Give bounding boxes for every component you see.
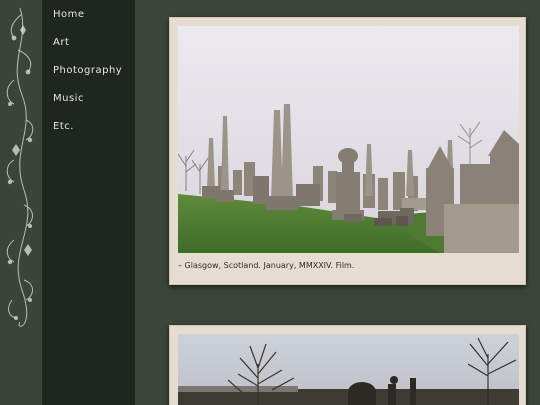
- vine-icon: [6, 7, 34, 327]
- landscape-photo[interactable]: [178, 334, 519, 405]
- nav-item-home[interactable]: Home: [53, 9, 85, 20]
- main-content: – Glasgow, Scotland. January, MMXXIV. Fi…: [135, 0, 540, 405]
- photo-card: – Glasgow, Scotland. January, MMXXIV. Fi…: [169, 17, 526, 285]
- nav-item-art[interactable]: Art: [53, 37, 69, 48]
- photo-card: [169, 325, 526, 405]
- nav-item-music[interactable]: Music: [53, 93, 84, 104]
- sidebar-nav: Home Art Photography Music Etc.: [42, 0, 135, 405]
- nav-item-photography[interactable]: Photography: [53, 65, 122, 76]
- vine-decoration: [0, 0, 42, 405]
- cemetery-photo[interactable]: [178, 26, 519, 253]
- nav-item-etc[interactable]: Etc.: [53, 121, 74, 132]
- photo-caption: – Glasgow, Scotland. January, MMXXIV. Fi…: [178, 261, 355, 270]
